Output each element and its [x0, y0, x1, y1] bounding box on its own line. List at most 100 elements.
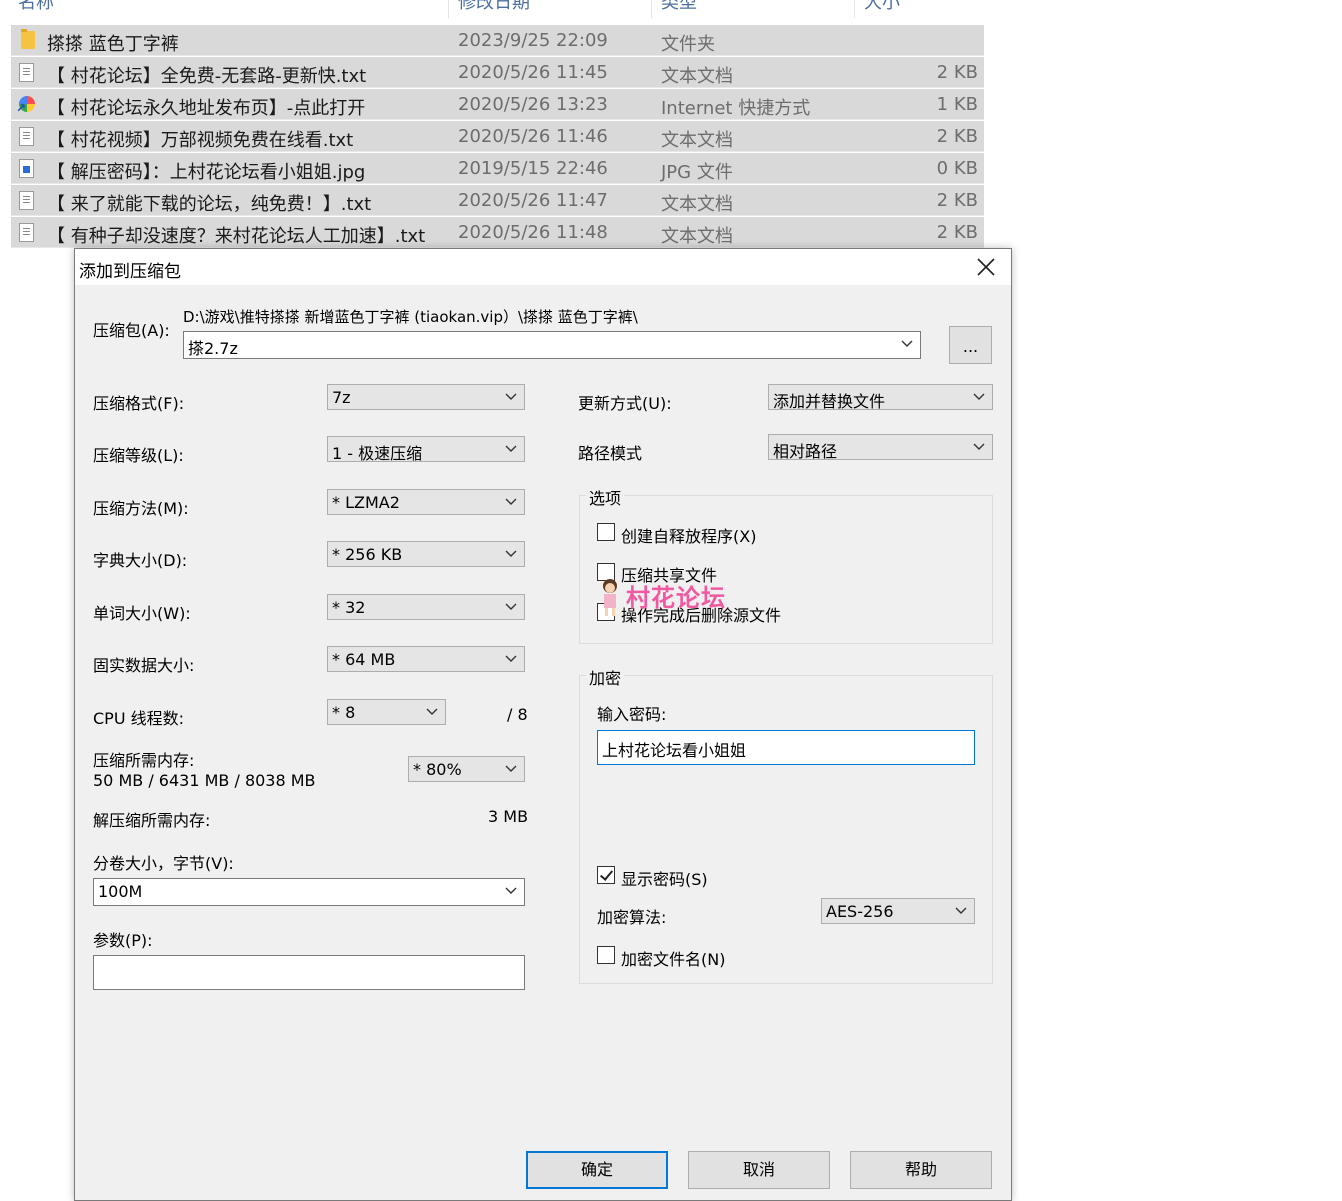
method-select[interactable]: * LZMA2 — [327, 489, 525, 515]
encryption-method-value: AES-256 — [826, 902, 894, 921]
format-value: 7z — [332, 388, 351, 407]
cpu-threads-value: * 8 — [332, 703, 356, 722]
chevron-down-icon — [955, 907, 967, 914]
solid-size-select[interactable]: * 64 MB — [327, 646, 525, 672]
file-type: 文本文档 — [661, 226, 733, 247]
decompress-memory-label: 解压缩所需内存: — [93, 811, 211, 830]
memory-percent-value: * 80% — [413, 760, 462, 779]
archive-name-value: 搽2.7z — [188, 339, 238, 358]
file-name: 【 解压密码】：上村花论坛看小姐姐.jpg — [47, 162, 366, 183]
file-row[interactable]: 【 解压密码】：上村花论坛看小姐姐.jpg 2019/5/15 22:46 JP… — [11, 153, 984, 184]
solid-size-label: 固实数据大小: — [93, 656, 195, 675]
column-header-size[interactable]: 大小 — [864, 0, 900, 14]
create-sfx-checkbox[interactable] — [597, 523, 615, 541]
file-date: 2020/5/26 11:48 — [458, 222, 608, 243]
file-row[interactable]: 【 村花论坛永久地址发布页】-点此打开 2020/5/26 13:23 Inte… — [11, 89, 984, 120]
memory-label: 压缩所需内存: — [93, 751, 195, 770]
chevron-down-icon — [505, 550, 517, 557]
browse-button[interactable]: ... — [949, 326, 992, 364]
file-row[interactable]: 搽搽 蓝色丁字裤 2023/9/25 22:09 文件夹 — [11, 25, 984, 56]
show-password-label: 显示密码(S) — [621, 870, 708, 889]
file-date: 2020/5/26 11:47 — [458, 190, 608, 211]
chevron-down-icon — [505, 603, 517, 610]
column-divider[interactable] — [854, 0, 855, 18]
column-header-type[interactable]: 类型 — [661, 0, 697, 14]
ok-button[interactable]: 确定 — [526, 1151, 668, 1189]
file-size: 1 KB — [936, 94, 978, 115]
file-date: 2019/5/15 22:46 — [458, 158, 608, 179]
word-size-label: 单词大小(W): — [93, 604, 191, 623]
file-date: 2020/5/26 11:45 — [458, 62, 608, 83]
volume-size-combo[interactable]: 100M — [93, 878, 525, 906]
path-mode-label: 路径模式 — [578, 444, 643, 463]
dialog-title: 添加到压缩包 — [79, 262, 181, 282]
level-select[interactable]: 1 - 极速压缩 — [327, 436, 525, 463]
parameters-input[interactable] — [93, 955, 525, 990]
update-mode-label: 更新方式(U): — [578, 394, 672, 413]
cpu-threads-select[interactable]: * 8 — [327, 699, 446, 725]
file-date: 2020/5/26 11:46 — [458, 126, 608, 147]
chevron-down-icon — [901, 340, 913, 347]
cancel-button[interactable]: 取消 — [688, 1151, 830, 1189]
word-size-select[interactable]: * 32 — [327, 594, 525, 620]
chevron-down-icon — [426, 708, 438, 715]
dictionary-label: 字典大小(D): — [93, 551, 188, 570]
solid-size-value: * 64 MB — [332, 650, 396, 669]
column-header-date[interactable]: 修改日期 — [458, 0, 530, 14]
column-divider[interactable] — [448, 0, 449, 18]
chevron-down-icon — [505, 655, 517, 662]
chevron-down-icon — [505, 498, 517, 505]
format-select[interactable]: 7z — [327, 384, 525, 410]
options-group-title: 选项 — [586, 485, 625, 509]
file-size: 2 KB — [936, 190, 978, 211]
file-name: 【 来了就能下载的论坛，纯免费！】.txt — [47, 194, 372, 215]
level-value: 1 - 极速压缩 — [332, 444, 423, 463]
file-name: 【 有种子却没速度？来村花论坛人工加速】.txt — [47, 226, 426, 247]
file-name: 【 村花视频】万部视频免费在线看.txt — [47, 130, 354, 151]
archive-path: D:\游戏\推特搽搽 新增蓝色丁字裤 (tiaokan.vip）\搽搽 蓝色丁字… — [183, 308, 638, 326]
text-file-icon — [19, 63, 34, 82]
memory-value: 50 MB / 6431 MB / 8038 MB — [93, 771, 316, 790]
file-row[interactable]: 【 有种子却没速度？来村花论坛人工加速】.txt 2020/5/26 11:48… — [11, 217, 984, 248]
internet-shortcut-icon — [16, 96, 35, 115]
column-divider[interactable] — [651, 0, 652, 18]
file-size: 0 KB — [936, 158, 978, 179]
parameters-label: 参数(P): — [93, 931, 153, 950]
volume-size-label: 分卷大小，字节(V): — [93, 854, 234, 873]
file-row[interactable]: 【 村花论坛】全免费-无套路-更新快.txt 2020/5/26 11:45 文… — [11, 57, 984, 88]
file-size: 2 KB — [936, 222, 978, 243]
dictionary-select[interactable]: * 256 KB — [327, 541, 525, 567]
file-row[interactable]: 【 来了就能下载的论坛，纯免费！】.txt 2020/5/26 11:47 文本… — [11, 185, 984, 216]
password-input[interactable]: 上村花论坛看小姐姐 — [597, 730, 975, 765]
encrypt-names-label: 加密文件名(N) — [621, 950, 726, 969]
chevron-down-icon — [973, 393, 985, 400]
encrypt-names-checkbox[interactable] — [597, 946, 615, 964]
file-date: 2020/5/26 13:23 — [458, 94, 608, 115]
chevron-down-icon — [505, 445, 517, 452]
column-header-row: 名称 修改日期 类型 大小 — [0, 0, 990, 18]
decompress-memory-value: 3 MB — [488, 807, 529, 826]
file-type: Internet 快捷方式 — [661, 98, 811, 119]
chevron-down-icon — [505, 887, 517, 894]
method-label: 压缩方法(M): — [93, 499, 189, 518]
close-icon[interactable] — [971, 253, 1001, 281]
help-button[interactable]: 帮助 — [850, 1151, 992, 1189]
encryption-method-select[interactable]: AES-256 — [821, 898, 975, 924]
encryption-group-title: 加密 — [586, 665, 625, 689]
column-header-name[interactable]: 名称 — [18, 0, 54, 14]
watermark-girl-icon — [603, 579, 617, 616]
file-name: 搽搽 蓝色丁字裤 — [47, 34, 179, 55]
dialog-titlebar[interactable]: 添加到压缩包 — [75, 249, 1011, 285]
file-size: 2 KB — [936, 62, 978, 83]
update-mode-select[interactable]: 添加并替换文件 — [768, 384, 993, 411]
archive-name-combo[interactable]: 搽2.7z — [183, 331, 921, 359]
file-explorer-list: 名称 修改日期 类型 大小 搽搽 蓝色丁字裤 2023/9/25 22:09 文… — [0, 0, 1000, 250]
update-mode-value: 添加并替换文件 — [773, 392, 886, 411]
memory-percent-select[interactable]: * 80% — [408, 756, 525, 782]
text-file-icon — [19, 191, 34, 210]
file-row[interactable]: 【 村花视频】万部视频免费在线看.txt 2020/5/26 11:46 文本文… — [11, 121, 984, 152]
encryption-method-label: 加密算法: — [597, 908, 667, 927]
show-password-checkbox[interactable] — [597, 866, 615, 884]
path-mode-select[interactable]: 相对路径 — [768, 434, 993, 461]
file-date: 2023/9/25 22:09 — [458, 30, 608, 51]
